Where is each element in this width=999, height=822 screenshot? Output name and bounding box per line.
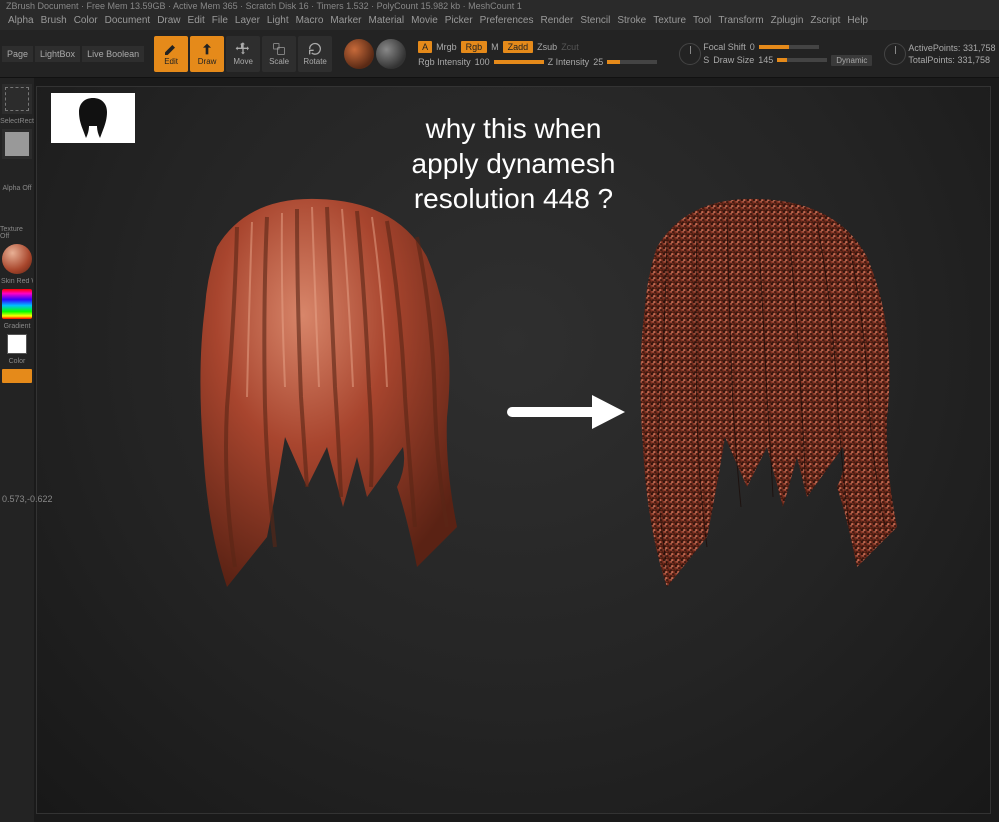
move-tool-label: Move [233, 57, 253, 66]
rotate-tool[interactable]: Rotate [298, 36, 332, 72]
zadd-chip[interactable]: Zadd [503, 41, 534, 53]
edit-tool-label: Edit [164, 57, 178, 66]
title-bar: ZBrush Document · Free Mem 13.59GB · Act… [0, 0, 999, 14]
color-picker[interactable] [2, 289, 32, 319]
rgb-intensity-label: Rgb Intensity [418, 57, 471, 67]
move-tool[interactable]: Move [226, 36, 260, 72]
mrgb-label[interactable]: Mrgb [436, 42, 457, 52]
alpha-off-label[interactable]: Alpha Off [2, 185, 31, 192]
rotate-icon [307, 41, 323, 57]
menu-file[interactable]: File [210, 15, 230, 29]
active-points-value: 331,758 [963, 43, 996, 53]
a-chip[interactable]: A [418, 41, 432, 53]
focal-knob[interactable] [679, 43, 701, 65]
z-intensity-slider[interactable] [607, 60, 657, 64]
menu-layer[interactable]: Layer [233, 15, 262, 29]
material-name: Skin Red W [1, 278, 33, 285]
draw-size-slider[interactable] [777, 58, 827, 62]
draw-size-value[interactable]: 145 [758, 55, 773, 65]
menu-picker[interactable]: Picker [443, 15, 475, 29]
focal-shift-value[interactable]: 0 [750, 42, 755, 52]
draw-icon [199, 41, 215, 57]
s-mark[interactable]: S [703, 55, 709, 65]
active-points-label: ActivePoints: [908, 43, 960, 53]
stroke-preview[interactable] [2, 129, 32, 159]
menu-zplugin[interactable]: Zplugin [769, 15, 806, 29]
zcut-label[interactable]: Zcut [561, 42, 579, 52]
move-icon [235, 41, 251, 57]
menu-texture[interactable]: Texture [651, 15, 688, 29]
hair-mesh-before [157, 187, 477, 607]
hair-mesh-after [597, 187, 917, 607]
menu-help[interactable]: Help [845, 15, 870, 29]
main-color-swatch[interactable] [7, 334, 27, 354]
switch-color-button[interactable] [2, 369, 32, 383]
cursor-coords: 0.573,-0.622 [2, 494, 53, 504]
rgb-chip[interactable]: Rgb [461, 41, 488, 53]
menu-edit[interactable]: Edit [186, 15, 207, 29]
fill-color-label: Color [9, 358, 26, 365]
draw-tool-label: Draw [198, 57, 217, 66]
rotate-tool-label: Rotate [303, 57, 327, 66]
select-rect-label: SelectRect [0, 118, 34, 125]
menu-stroke[interactable]: Stroke [615, 15, 648, 29]
edit-icon [163, 41, 179, 57]
rgb-intensity-value[interactable]: 100 [475, 57, 490, 67]
menu-movie[interactable]: Movie [409, 15, 440, 29]
total-points-value: 331,758 [957, 55, 990, 65]
menu-render[interactable]: Render [539, 15, 576, 29]
edit-tool[interactable]: Edit [154, 36, 188, 72]
focal-shift-label: Focal Shift [703, 42, 746, 52]
z-intensity-label: Z Intensity [548, 57, 590, 67]
menu-color[interactable]: Color [72, 15, 100, 29]
gradient-label[interactable]: Gradient [4, 323, 31, 330]
stats-knob[interactable] [884, 43, 906, 65]
rgb-intensity-slider[interactable] [494, 60, 544, 64]
menu-preferences[interactable]: Preferences [478, 15, 536, 29]
material-preview-on[interactable] [344, 39, 374, 69]
menu-document[interactable]: Document [103, 15, 153, 29]
menu-bar: Alpha Brush Color Document Draw Edit Fil… [0, 14, 999, 30]
scale-tool[interactable]: Scale [262, 36, 296, 72]
left-panel: SelectRect Alpha Off Texture Off Skin Re… [0, 78, 34, 822]
live-boolean-button[interactable]: Live Boolean [82, 46, 144, 62]
menu-marker[interactable]: Marker [328, 15, 363, 29]
top-shelf: Page LightBox Live Boolean Edit Draw Mov… [0, 30, 999, 78]
menu-light[interactable]: Light [265, 15, 291, 29]
arrow-icon [507, 387, 627, 437]
scale-icon [271, 41, 287, 57]
menu-macro[interactable]: Macro [294, 15, 326, 29]
menu-tool[interactable]: Tool [691, 15, 713, 29]
material-preview-off[interactable] [376, 39, 406, 69]
z-intensity-value[interactable]: 25 [593, 57, 603, 67]
hair-silhouette-icon [73, 96, 113, 140]
menu-zscript[interactable]: Zscript [808, 15, 842, 29]
menu-brush[interactable]: Brush [39, 15, 69, 29]
viewport[interactable]: why this when apply dynamesh resolution … [36, 86, 991, 814]
page-button[interactable]: Page [2, 46, 33, 62]
select-rect-tool[interactable] [2, 84, 32, 114]
focal-shift-slider[interactable] [759, 45, 819, 49]
texture-off-label[interactable]: Texture Off [0, 226, 34, 240]
material-ball[interactable] [2, 244, 32, 274]
zsub-label[interactable]: Zsub [537, 42, 557, 52]
annotation-line-1: why this when [412, 111, 616, 146]
m-label[interactable]: M [491, 42, 499, 52]
dynamic-toggle[interactable]: Dynamic [831, 55, 872, 66]
annotation-line-2: apply dynamesh [412, 146, 616, 181]
total-points-label: TotalPoints: [908, 55, 955, 65]
scale-tool-label: Scale [269, 57, 289, 66]
menu-draw[interactable]: Draw [155, 15, 182, 29]
menu-material[interactable]: Material [367, 15, 407, 29]
subtool-thumbnail[interactable] [51, 93, 135, 143]
draw-tool[interactable]: Draw [190, 36, 224, 72]
menu-stencil[interactable]: Stencil [578, 15, 612, 29]
draw-size-label: Draw Size [713, 55, 754, 65]
lightbox-button[interactable]: LightBox [35, 46, 80, 62]
menu-alpha[interactable]: Alpha [6, 15, 36, 29]
menu-transform[interactable]: Transform [716, 15, 765, 29]
